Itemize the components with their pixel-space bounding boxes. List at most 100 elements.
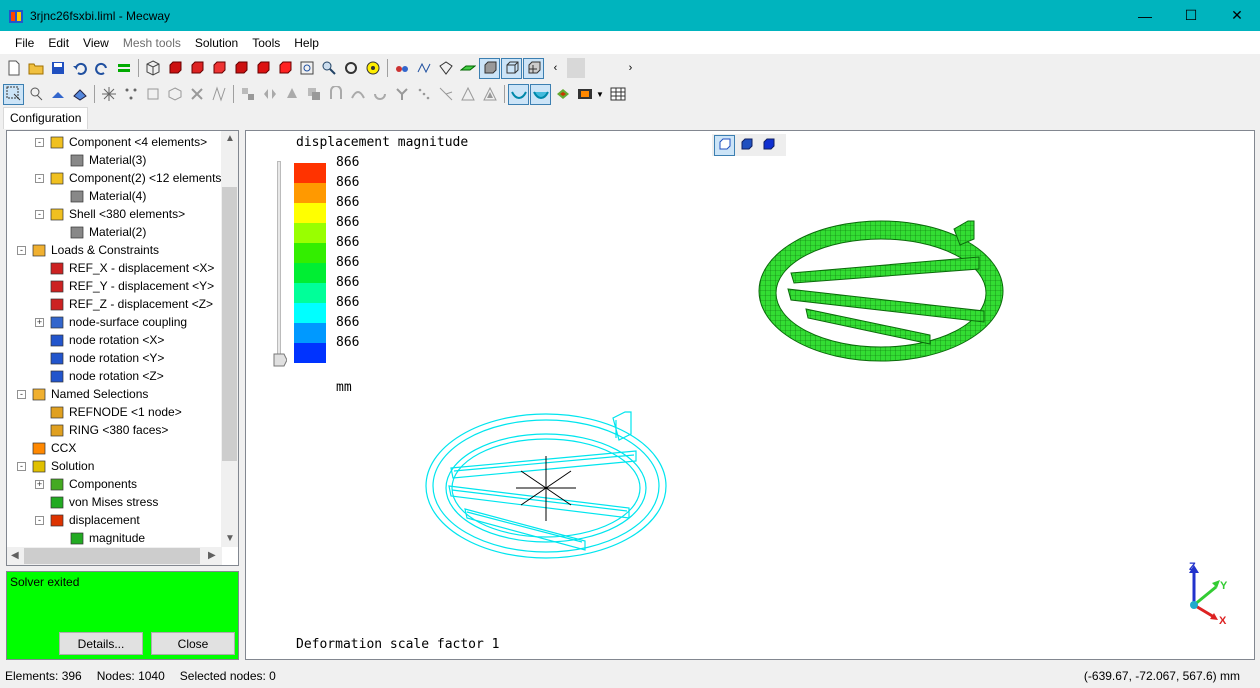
sweep-icon[interactable] bbox=[347, 84, 368, 105]
select-paint-icon[interactable] bbox=[47, 84, 68, 105]
scroll-up-icon[interactable]: ▲ bbox=[225, 133, 235, 144]
render-options-icon[interactable] bbox=[391, 58, 412, 79]
tree-item[interactable]: RING <380 faces> bbox=[49, 421, 168, 439]
close-button[interactable]: Close bbox=[151, 632, 235, 655]
zoom-box-icon[interactable] bbox=[296, 58, 317, 79]
menu-solution[interactable]: Solution bbox=[188, 36, 245, 50]
dropdown-arrow-icon[interactable]: ▼ bbox=[596, 90, 604, 99]
tree-item[interactable]: Material(4) bbox=[69, 187, 146, 205]
convert-icon[interactable] bbox=[479, 84, 500, 105]
legend-range-slider[interactable] bbox=[277, 161, 281, 361]
tree-item[interactable]: REFNODE <1 node> bbox=[49, 403, 182, 421]
show-edges-icon[interactable] bbox=[435, 58, 456, 79]
project-icon[interactable] bbox=[435, 84, 456, 105]
rotate-icon[interactable] bbox=[340, 58, 361, 79]
extrude-icon[interactable] bbox=[237, 84, 258, 105]
tree-expander-icon[interactable]: + bbox=[35, 480, 44, 489]
menu-edit[interactable]: Edit bbox=[41, 36, 76, 50]
tree-item[interactable]: Shell <380 elements> bbox=[49, 205, 185, 223]
tab-configuration[interactable]: Configuration bbox=[3, 107, 89, 129]
deformed-model[interactable] bbox=[746, 211, 1036, 371]
tree-expander-icon[interactable]: - bbox=[17, 390, 26, 399]
tree-horizontal-scrollbar[interactable]: ◀ ▶ bbox=[7, 547, 222, 565]
revolve-icon[interactable] bbox=[325, 84, 346, 105]
split-icon[interactable] bbox=[391, 84, 412, 105]
merge-nodes-icon[interactable] bbox=[208, 84, 229, 105]
tree-item[interactable]: Solution bbox=[31, 457, 94, 475]
tree-hscroll-thumb[interactable] bbox=[24, 548, 200, 564]
tree-expander-icon[interactable]: - bbox=[17, 246, 26, 255]
tree-expander-icon[interactable]: - bbox=[35, 138, 44, 147]
tree-item[interactable]: Component <4 elements> bbox=[49, 133, 207, 151]
save-icon[interactable] bbox=[47, 58, 68, 79]
tree-item[interactable]: REF_X - displacement <X> bbox=[49, 259, 214, 277]
tree-item[interactable]: node rotation <Z> bbox=[49, 367, 164, 385]
tree-item[interactable]: von Mises stress bbox=[49, 493, 158, 511]
perspective-view-icon[interactable] bbox=[714, 134, 735, 156]
view-bottom-icon[interactable] bbox=[274, 58, 295, 79]
tree-item[interactable]: magnitude bbox=[69, 529, 145, 547]
redo-icon[interactable] bbox=[91, 58, 112, 79]
new-file-icon[interactable] bbox=[3, 58, 24, 79]
move-icon[interactable] bbox=[303, 84, 324, 105]
3d-viewport[interactable]: displacement magnitude 866 866 866 866 866 86… bbox=[245, 130, 1255, 660]
shaded-solid-icon[interactable] bbox=[479, 57, 500, 79]
view-top-icon[interactable] bbox=[252, 58, 273, 79]
tree-vertical-scrollbar[interactable]: ▲ ▼ bbox=[221, 131, 238, 547]
color-contour-icon[interactable] bbox=[552, 84, 573, 105]
tree-item[interactable]: Named Selections bbox=[31, 385, 148, 403]
menu-mesh-tools[interactable]: Mesh tools bbox=[116, 36, 188, 50]
tree-item[interactable]: Material(2) bbox=[69, 223, 146, 241]
close-window-button[interactable]: ✕ bbox=[1214, 0, 1260, 31]
tree-item[interactable]: node-surface coupling bbox=[49, 313, 187, 331]
tree-item[interactable]: displacement bbox=[49, 511, 140, 529]
view-left-icon[interactable] bbox=[208, 58, 229, 79]
tree-expander-icon[interactable]: - bbox=[17, 462, 26, 471]
toolbar-slider-thumb[interactable] bbox=[567, 58, 585, 78]
tree-expander-icon[interactable]: - bbox=[35, 516, 44, 525]
explode-icon[interactable] bbox=[98, 84, 119, 105]
tree-item[interactable]: Material(3) bbox=[69, 151, 146, 169]
menu-view[interactable]: View bbox=[76, 36, 116, 50]
menu-file[interactable]: File bbox=[8, 36, 41, 50]
view-back-icon[interactable] bbox=[186, 58, 207, 79]
scroll-right-arrow-icon[interactable]: ▶ bbox=[208, 550, 216, 561]
pan-icon[interactable] bbox=[362, 58, 383, 79]
mirror-icon[interactable] bbox=[259, 84, 280, 105]
scroll-right-icon[interactable]: › bbox=[620, 58, 641, 79]
details-button[interactable]: Details... bbox=[59, 632, 143, 655]
undo-icon[interactable] bbox=[69, 58, 90, 79]
tree-item[interactable]: Loads & Constraints bbox=[31, 241, 159, 259]
show-undeformed-icon[interactable] bbox=[530, 83, 551, 105]
legend-slider-handle[interactable] bbox=[273, 353, 287, 367]
tree-item[interactable]: node rotation <Y> bbox=[49, 349, 164, 367]
tree-expander-icon[interactable]: + bbox=[35, 318, 44, 327]
tree-expander-icon[interactable]: - bbox=[35, 174, 44, 183]
select-faces-icon[interactable] bbox=[69, 84, 90, 105]
smooth-icon[interactable] bbox=[457, 84, 478, 105]
select-elements-icon[interactable] bbox=[142, 84, 163, 105]
refine-icon[interactable] bbox=[413, 84, 434, 105]
tree-item[interactable]: REF_Y - displacement <Y> bbox=[49, 277, 214, 295]
scroll-left-icon[interactable]: ‹ bbox=[545, 58, 566, 79]
tree-scroll-thumb[interactable] bbox=[222, 187, 237, 461]
solid-view-icon[interactable] bbox=[736, 135, 757, 156]
tree-item[interactable]: CCX bbox=[31, 439, 76, 457]
tree-item[interactable]: Components bbox=[49, 475, 137, 493]
mesh-quality-icon[interactable] bbox=[113, 58, 134, 79]
view-right-icon[interactable] bbox=[230, 58, 251, 79]
isometric-view-icon[interactable] bbox=[142, 58, 163, 79]
shaded-view-icon[interactable] bbox=[758, 135, 779, 156]
tree-item[interactable]: REF_Z - displacement <Z> bbox=[49, 295, 213, 313]
open-folder-icon[interactable] bbox=[25, 58, 46, 79]
wireframe-icon[interactable] bbox=[501, 57, 522, 79]
animation-icon[interactable] bbox=[574, 84, 595, 105]
delete-icon[interactable] bbox=[186, 84, 207, 105]
tree-item[interactable]: node rotation <X> bbox=[49, 331, 164, 349]
menu-help[interactable]: Help bbox=[287, 36, 326, 50]
select-solid-icon[interactable] bbox=[164, 84, 185, 105]
scroll-down-icon[interactable]: ▼ bbox=[225, 533, 235, 544]
menu-tools[interactable]: Tools bbox=[245, 36, 287, 50]
tree-expander-icon[interactable]: - bbox=[35, 210, 44, 219]
minimize-button[interactable]: — bbox=[1122, 0, 1168, 31]
